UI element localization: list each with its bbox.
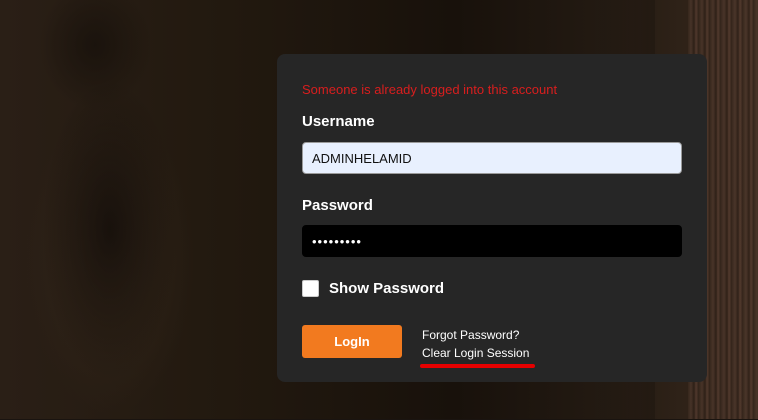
username-input[interactable] xyxy=(302,142,682,174)
login-button[interactable]: LogIn xyxy=(302,325,402,358)
clear-login-session-link[interactable]: Clear Login Session xyxy=(422,344,529,362)
password-label: Password xyxy=(302,197,373,214)
login-panel: Someone is already logged into this acco… xyxy=(277,54,707,382)
forgot-password-link[interactable]: Forgot Password? xyxy=(422,326,529,344)
annotation-underline xyxy=(420,364,535,368)
background-figure xyxy=(10,20,210,420)
show-password-row[interactable]: Show Password xyxy=(302,280,444,297)
show-password-label[interactable]: Show Password xyxy=(329,280,444,297)
password-input[interactable] xyxy=(302,225,682,257)
username-label: Username xyxy=(302,113,375,130)
show-password-checkbox[interactable] xyxy=(302,280,319,297)
error-message: Someone is already logged into this acco… xyxy=(302,82,558,97)
auxiliary-links: Forgot Password? Clear Login Session xyxy=(422,326,529,362)
